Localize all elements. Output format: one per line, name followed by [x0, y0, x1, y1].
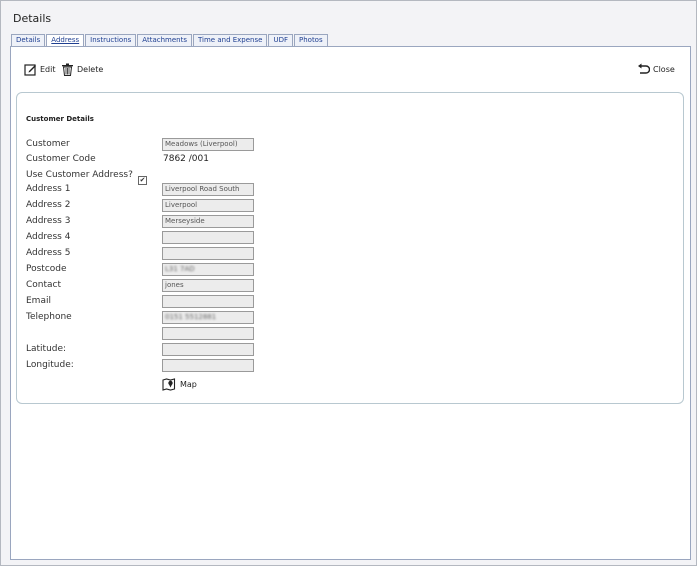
- edit-button[interactable]: Edit: [24, 63, 56, 76]
- address4-label: Address 4: [26, 232, 71, 242]
- telephone-field[interactable]: 0151 5512881: [162, 311, 254, 324]
- telephone-value: 0151 5512881: [165, 313, 217, 321]
- close-button[interactable]: Close: [637, 63, 675, 75]
- map-label: Map: [180, 380, 197, 389]
- address5-field[interactable]: [162, 247, 254, 260]
- postcode-label: Postcode: [26, 264, 67, 274]
- customer-details-box: Customer Details Customer Meadows (Liver…: [16, 92, 684, 404]
- use-customer-address-checkbox[interactable]: ✔: [138, 176, 147, 185]
- map-pin-icon: [162, 378, 176, 391]
- address1-label: Address 1: [26, 184, 71, 194]
- longitude-field[interactable]: [162, 359, 254, 372]
- telephone-label: Telephone: [26, 312, 72, 322]
- postcode-field[interactable]: L31 7AD: [162, 263, 254, 276]
- delete-label: Delete: [77, 65, 104, 74]
- edit-icon: [24, 64, 36, 76]
- customer-code-label: Customer Code: [26, 154, 96, 164]
- map-button[interactable]: Map: [162, 378, 197, 391]
- email-field[interactable]: [162, 295, 254, 308]
- customer-field[interactable]: Meadows (Liverpool): [162, 138, 254, 151]
- use-customer-address-label: Use Customer Address?: [26, 170, 133, 180]
- trash-icon: [62, 63, 73, 76]
- address3-field[interactable]: Merseyside: [162, 215, 254, 228]
- address5-label: Address 5: [26, 248, 71, 258]
- email-label: Email: [26, 296, 51, 306]
- details-window: Details Details Address Instructions Att…: [0, 0, 697, 566]
- window-title: Details: [13, 12, 52, 25]
- customer-label: Customer: [26, 139, 70, 149]
- edit-label: Edit: [40, 65, 56, 74]
- address3-label: Address 3: [26, 216, 71, 226]
- section-title: Customer Details: [26, 115, 94, 123]
- close-label: Close: [653, 64, 675, 74]
- address1-field[interactable]: Liverpool Road South: [162, 183, 254, 196]
- customer-code-value: 7862 /001: [163, 154, 209, 164]
- address2-field[interactable]: Liverpool: [162, 199, 254, 212]
- contact-field[interactable]: jones: [162, 279, 254, 292]
- latitude-label: Latitude:: [26, 344, 67, 354]
- longitude-label: Longitude:: [26, 360, 74, 370]
- address4-field[interactable]: [162, 231, 254, 244]
- postcode-value: L31 7AD: [165, 265, 195, 273]
- delete-button[interactable]: Delete: [61, 63, 103, 76]
- undo-arrow-icon: [638, 63, 650, 74]
- address2-label: Address 2: [26, 200, 71, 210]
- address-panel: Edit Delete Close Customer Details Custo…: [10, 46, 691, 560]
- latitude-field[interactable]: [162, 343, 254, 356]
- telephone2-field[interactable]: [162, 327, 254, 340]
- contact-label: Contact: [26, 280, 62, 290]
